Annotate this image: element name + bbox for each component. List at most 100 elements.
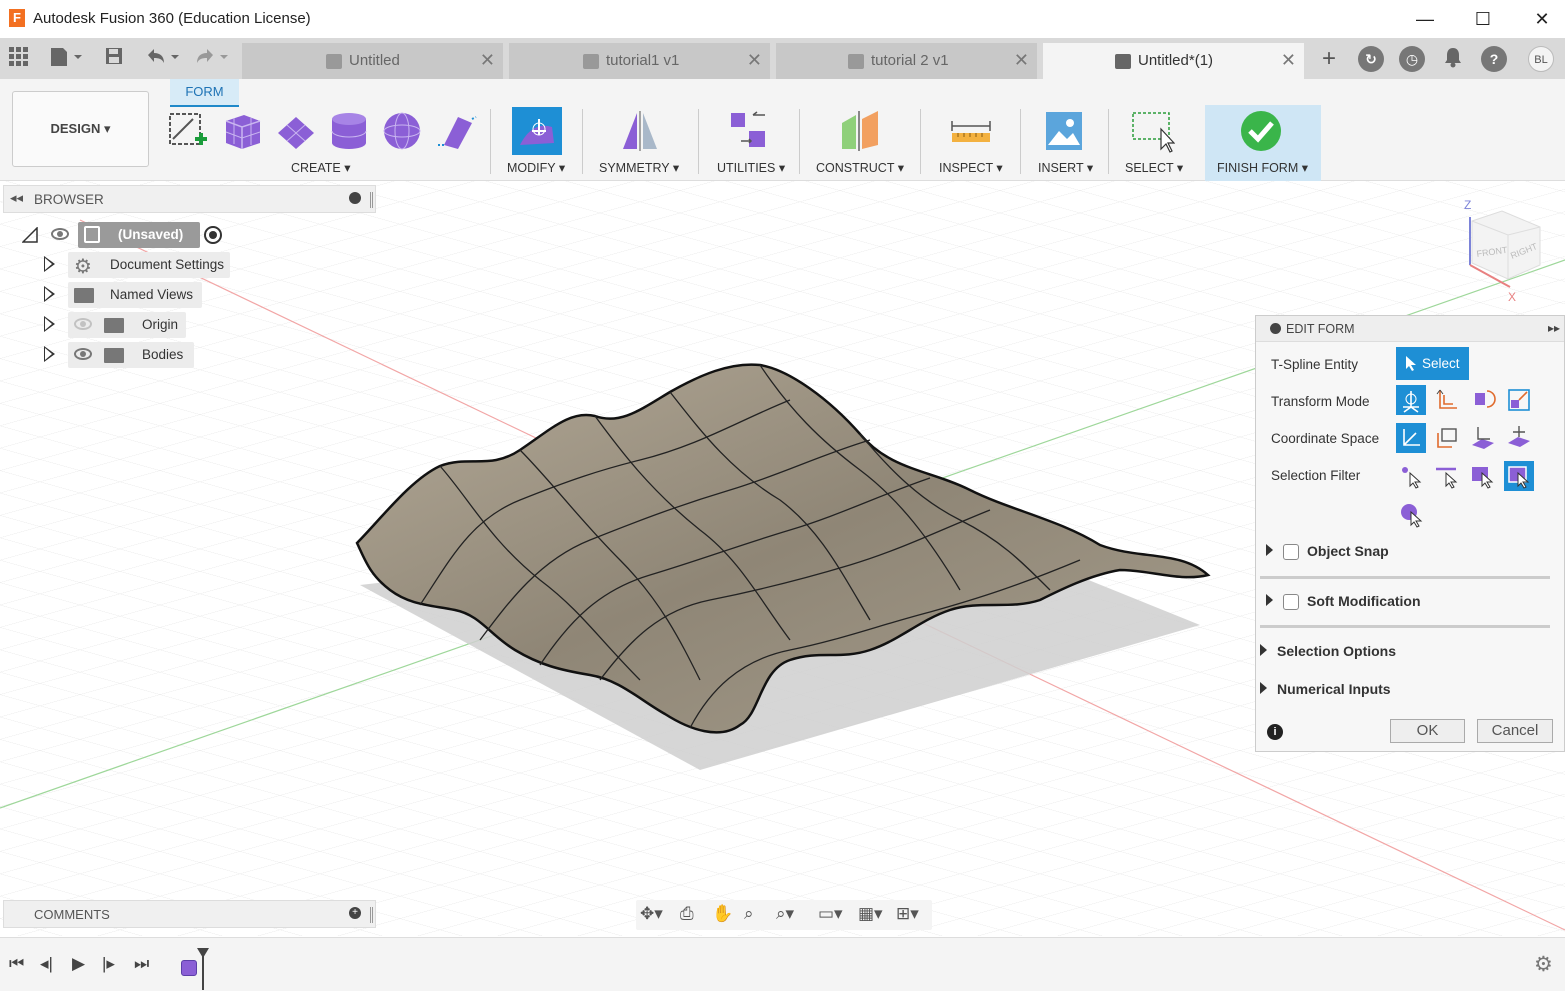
redo-icon[interactable] <box>193 46 231 72</box>
collapse-panel-icon[interactable] <box>1270 323 1281 334</box>
expand-triangle-icon[interactable] <box>44 316 55 332</box>
minimize-button[interactable]: — <box>1402 4 1448 34</box>
body-filter-icon[interactable] <box>1396 498 1426 528</box>
job-status-icon[interactable]: ◷ <box>1399 46 1425 72</box>
browser-item-bodies[interactable]: Bodies <box>20 342 200 368</box>
comments-header[interactable]: COMMENTS + <box>3 900 376 928</box>
edge-filter-icon[interactable] <box>1432 461 1462 491</box>
expand-triangle-icon[interactable] <box>44 256 55 272</box>
pan-hand-icon[interactable]: ✋ <box>712 904 733 924</box>
utilities-icon[interactable] <box>727 109 771 156</box>
quadball-icon[interactable] <box>434 109 478 156</box>
construct-menu[interactable]: CONSTRUCT ▾ <box>816 160 904 175</box>
ok-button[interactable]: OK <box>1390 719 1465 743</box>
cylinder-icon[interactable] <box>328 109 370 156</box>
browser-item-document-settings[interactable]: ⚙ Document Settings <box>20 252 230 278</box>
box-icon[interactable] <box>220 109 264 156</box>
face-filter-icon[interactable] <box>1468 461 1498 491</box>
extensions-icon[interactable]: ↻ <box>1358 46 1384 72</box>
vertex-filter-icon[interactable] <box>1396 461 1426 491</box>
maximize-button[interactable]: ☐ <box>1460 4 1506 34</box>
browser-options-icon[interactable] <box>349 192 361 204</box>
expand-triangle-icon[interactable] <box>1260 682 1267 694</box>
timeline-marker-head[interactable] <box>197 948 209 958</box>
panel-pin-icon[interactable] <box>370 192 373 208</box>
finish-form-menu[interactable]: FINISH FORM ▾ <box>1217 160 1308 175</box>
tab-tutorial1[interactable]: tutorial1 v1 ✕ <box>509 43 770 79</box>
close-tab-icon[interactable]: ✕ <box>480 50 495 71</box>
add-comment-icon[interactable]: + <box>349 907 361 919</box>
browser-item-named-views[interactable]: Named Views <box>20 282 210 308</box>
step-forward-icon[interactable]: |▸ <box>102 954 115 974</box>
expand-triangle-icon[interactable] <box>1266 594 1273 606</box>
create-sketch-icon[interactable] <box>167 109 209 156</box>
expand-triangle-icon[interactable] <box>44 286 55 302</box>
close-window-button[interactable]: ✕ <box>1519 4 1565 34</box>
edit-form-icon[interactable] <box>512 107 562 158</box>
rotate-icon[interactable] <box>1468 385 1498 415</box>
go-to-start-icon[interactable]: ⏮ <box>9 954 24 974</box>
translate-icon[interactable] <box>1432 385 1462 415</box>
file-menu-icon[interactable] <box>46 46 86 72</box>
object-snap-checkbox[interactable] <box>1283 544 1299 561</box>
cancel-button[interactable]: Cancel <box>1477 719 1553 743</box>
modify-menu[interactable]: MODIFY ▾ <box>507 160 565 175</box>
bodies-node[interactable]: Bodies <box>68 342 194 368</box>
collapse-triangle-icon[interactable] <box>22 227 38 243</box>
edit-form-header[interactable]: EDIT FORM ▸▸ <box>1256 316 1564 342</box>
look-at-icon[interactable]: ⎙ <box>680 904 694 924</box>
create-menu[interactable]: CREATE ▾ <box>291 160 351 175</box>
root-component[interactable]: (Unsaved) <box>78 222 200 248</box>
save-icon[interactable] <box>103 46 125 72</box>
display-settings-icon[interactable]: ▭▾ <box>818 904 843 924</box>
hidden-eye-icon[interactable] <box>74 318 92 330</box>
construct-icon[interactable] <box>838 109 882 156</box>
expand-triangle-icon[interactable] <box>1260 644 1267 656</box>
visibility-eye-icon[interactable] <box>51 228 69 240</box>
activate-component-icon[interactable] <box>204 226 222 244</box>
object-snap-row[interactable]: Object Snap <box>1266 543 1389 561</box>
help-icon[interactable]: ? <box>1481 46 1507 72</box>
symmetry-menu[interactable]: SYMMETRY ▾ <box>599 160 679 175</box>
document-settings-node[interactable]: ⚙ Document Settings <box>68 252 230 278</box>
tab-form[interactable]: FORM <box>170 79 239 107</box>
soft-modification-checkbox[interactable] <box>1283 594 1299 611</box>
notifications-icon[interactable] <box>1441 46 1465 72</box>
close-tab-icon[interactable]: ✕ <box>1281 50 1296 71</box>
browser-root-row[interactable]: (Unsaved) <box>20 222 230 248</box>
named-views-node[interactable]: Named Views <box>68 282 202 308</box>
step-back-icon[interactable]: ◂| <box>40 954 53 974</box>
multi-transform-icon[interactable] <box>1396 385 1426 415</box>
tab-tutorial2[interactable]: tutorial 2 v1 ✕ <box>776 43 1037 79</box>
plane-icon[interactable] <box>275 109 317 156</box>
select-menu[interactable]: SELECT ▾ <box>1125 160 1183 175</box>
fit-icon[interactable]: ⌕▾ <box>776 904 794 924</box>
grid-settings-icon[interactable]: ▦▾ <box>858 904 883 924</box>
orbit-icon[interactable]: ✥▾ <box>640 904 663 924</box>
undo-icon[interactable] <box>144 46 182 72</box>
browser-item-origin[interactable]: Origin <box>20 312 190 338</box>
form-feature-icon[interactable] <box>181 960 197 976</box>
local-space-icon[interactable] <box>1468 423 1498 453</box>
close-tab-icon[interactable]: ✕ <box>747 50 762 71</box>
panel-pin-icon[interactable] <box>370 907 373 923</box>
expand-triangle-icon[interactable] <box>1266 544 1273 556</box>
selection-options-row[interactable]: Selection Options <box>1260 643 1396 659</box>
close-tab-icon[interactable]: ✕ <box>1014 50 1029 71</box>
tab-untitled-1[interactable]: Untitled*(1) ✕ <box>1043 43 1304 79</box>
measure-icon[interactable] <box>950 117 992 148</box>
tab-untitled[interactable]: Untitled ✕ <box>242 43 503 79</box>
view-cube[interactable]: Z X FRONT RIGHT <box>1462 197 1552 310</box>
workspace-switcher[interactable]: DESIGN ▾ <box>12 91 149 167</box>
go-to-end-icon[interactable]: ⏭ <box>134 954 149 974</box>
select-window-icon[interactable] <box>1131 109 1176 156</box>
insert-menu[interactable]: INSERT ▾ <box>1038 160 1093 175</box>
browser-header[interactable]: ◂◂ BROWSER <box>3 185 376 213</box>
play-icon[interactable]: ▶ <box>72 954 85 974</box>
numerical-inputs-row[interactable]: Numerical Inputs <box>1260 681 1391 697</box>
finish-check-icon[interactable] <box>1240 110 1282 155</box>
per-face-space-icon[interactable] <box>1504 423 1534 453</box>
view-space-icon[interactable] <box>1432 423 1462 453</box>
info-icon[interactable]: i <box>1267 724 1283 740</box>
collapse-browser-icon[interactable]: ◂◂ <box>10 190 23 206</box>
